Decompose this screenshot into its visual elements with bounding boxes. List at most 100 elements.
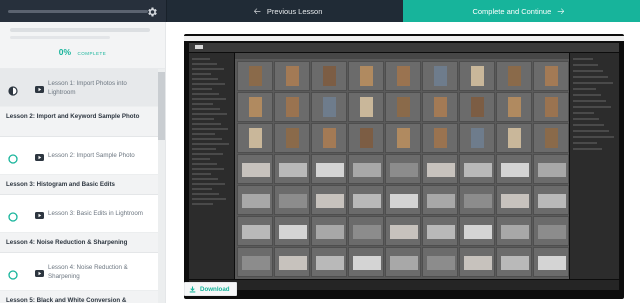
arrow-right-icon: 🡢 bbox=[557, 5, 565, 16]
lesson-title: Lesson 1: Import Photos into Lightroom bbox=[48, 79, 127, 96]
panel-row-image bbox=[192, 183, 225, 185]
photo-image bbox=[242, 163, 270, 177]
previous-lesson-button[interactable]: 🡠 Previous Lesson bbox=[166, 0, 403, 22]
panel-row-image bbox=[192, 63, 217, 65]
photo-image bbox=[427, 225, 455, 239]
panel-row-image bbox=[573, 58, 593, 60]
video-play-icon bbox=[35, 148, 44, 161]
panel-row-image bbox=[573, 94, 601, 96]
lesson-item[interactable]: Lesson 1: Import Photos into Lightroom bbox=[0, 69, 165, 107]
photo-image bbox=[242, 225, 270, 239]
panel-row-image bbox=[573, 136, 614, 138]
download-label: Download bbox=[200, 285, 230, 293]
photo-image bbox=[242, 256, 270, 270]
lesson-item[interactable]: Lesson 3: Basic Edits in Lightroom bbox=[0, 195, 165, 233]
photo-thumbnail-image bbox=[311, 61, 347, 91]
section-heading: Lesson 2: Import and Keyword Sample Phot… bbox=[0, 107, 165, 137]
photo-image bbox=[353, 225, 381, 239]
photo-thumbnail-image bbox=[385, 154, 421, 184]
photo-image bbox=[397, 128, 410, 148]
photo-thumbnail-image bbox=[533, 92, 569, 122]
photo-image bbox=[286, 128, 299, 148]
photo-thumbnail-image bbox=[496, 154, 532, 184]
photo-image bbox=[427, 163, 455, 177]
gear-icon[interactable] bbox=[146, 5, 158, 17]
panel-row-image bbox=[192, 123, 221, 125]
panel-row-image bbox=[192, 68, 224, 70]
course-header bbox=[0, 0, 166, 22]
lesson-item[interactable]: Lesson 2: Import Sample Photo bbox=[0, 137, 165, 175]
photo-thumbnail-image bbox=[533, 123, 569, 153]
panel-row-image bbox=[192, 118, 214, 120]
photo-image bbox=[249, 97, 262, 117]
lesson-video-player[interactable] bbox=[184, 34, 624, 299]
panel-row-image bbox=[192, 133, 215, 135]
photo-thumbnail-image bbox=[348, 92, 384, 122]
panel-row-image bbox=[192, 58, 210, 60]
filmstrip-bar-image bbox=[189, 280, 619, 290]
section-heading: Lesson 5: Black and White Conversion & bbox=[0, 291, 165, 303]
course-name-placeholder bbox=[10, 28, 150, 32]
panel-row-image bbox=[573, 148, 602, 150]
photo-image bbox=[360, 66, 373, 86]
photo-thumbnail-image bbox=[422, 247, 458, 277]
photo-thumbnail-image bbox=[237, 154, 273, 184]
panel-row-image bbox=[192, 83, 225, 85]
photo-image bbox=[545, 128, 558, 148]
panel-row-image bbox=[573, 118, 599, 120]
photo-thumbnail-image bbox=[533, 154, 569, 184]
photo-thumbnail-image bbox=[533, 247, 569, 277]
lesson-item[interactable]: Lesson 4: Noise Reduction & Sharpening bbox=[0, 253, 165, 291]
photo-thumbnail-image bbox=[385, 92, 421, 122]
panel-row-image bbox=[192, 193, 219, 195]
panel-row-image bbox=[192, 168, 224, 170]
download-button[interactable]: Download bbox=[184, 282, 237, 296]
photo-thumbnail-image bbox=[348, 247, 384, 277]
library-right-panel-image bbox=[570, 53, 619, 279]
photo-thumbnail-image bbox=[422, 154, 458, 184]
panel-row-image bbox=[192, 188, 212, 190]
panel-row-image bbox=[192, 73, 211, 75]
progress-label: COMPLETE bbox=[77, 51, 107, 56]
photo-thumbnail-image bbox=[274, 92, 310, 122]
panel-row-image bbox=[573, 70, 603, 72]
photo-thumbnail-image bbox=[533, 216, 569, 246]
complete-and-continue-button[interactable]: Complete and Continue 🡢 bbox=[403, 0, 640, 22]
photo-thumbnail-image bbox=[422, 185, 458, 215]
photo-image bbox=[242, 194, 270, 208]
app-menubar-image bbox=[184, 36, 624, 41]
photo-image bbox=[464, 194, 492, 208]
photo-thumbnail-image bbox=[274, 61, 310, 91]
photo-image bbox=[427, 256, 455, 270]
photo-thumbnail-image bbox=[422, 92, 458, 122]
photo-thumbnail-image bbox=[496, 61, 532, 91]
section-heading: Lesson 3: Histogram and Basic Edits bbox=[0, 175, 165, 195]
photo-image bbox=[538, 225, 566, 239]
photo-grid-image bbox=[235, 53, 569, 279]
panel-row-image bbox=[192, 78, 218, 80]
complete-and-continue-label: Complete and Continue bbox=[472, 6, 552, 16]
panel-row-image bbox=[192, 158, 210, 160]
download-icon bbox=[189, 285, 196, 293]
photo-image bbox=[434, 66, 447, 86]
photo-image bbox=[390, 225, 418, 239]
photo-image bbox=[316, 163, 344, 177]
photo-image bbox=[353, 163, 381, 177]
photo-thumbnail-image bbox=[237, 185, 273, 215]
photo-thumbnail-image bbox=[274, 247, 310, 277]
photo-image bbox=[279, 256, 307, 270]
photo-image bbox=[434, 128, 447, 148]
sidebar-scrollbar-thumb[interactable] bbox=[158, 72, 165, 140]
photo-image bbox=[360, 97, 373, 117]
photo-thumbnail-image bbox=[385, 247, 421, 277]
panel-row-image bbox=[192, 98, 226, 100]
app-logo-image bbox=[195, 45, 203, 49]
lesson-content: Download bbox=[167, 22, 640, 303]
photo-thumbnail-image bbox=[385, 123, 421, 153]
photo-image bbox=[508, 66, 521, 86]
photo-image bbox=[316, 256, 344, 270]
photo-image bbox=[323, 128, 336, 148]
panel-row-image bbox=[192, 138, 222, 140]
half-circle-icon bbox=[8, 83, 18, 96]
panel-row-image bbox=[192, 103, 213, 105]
